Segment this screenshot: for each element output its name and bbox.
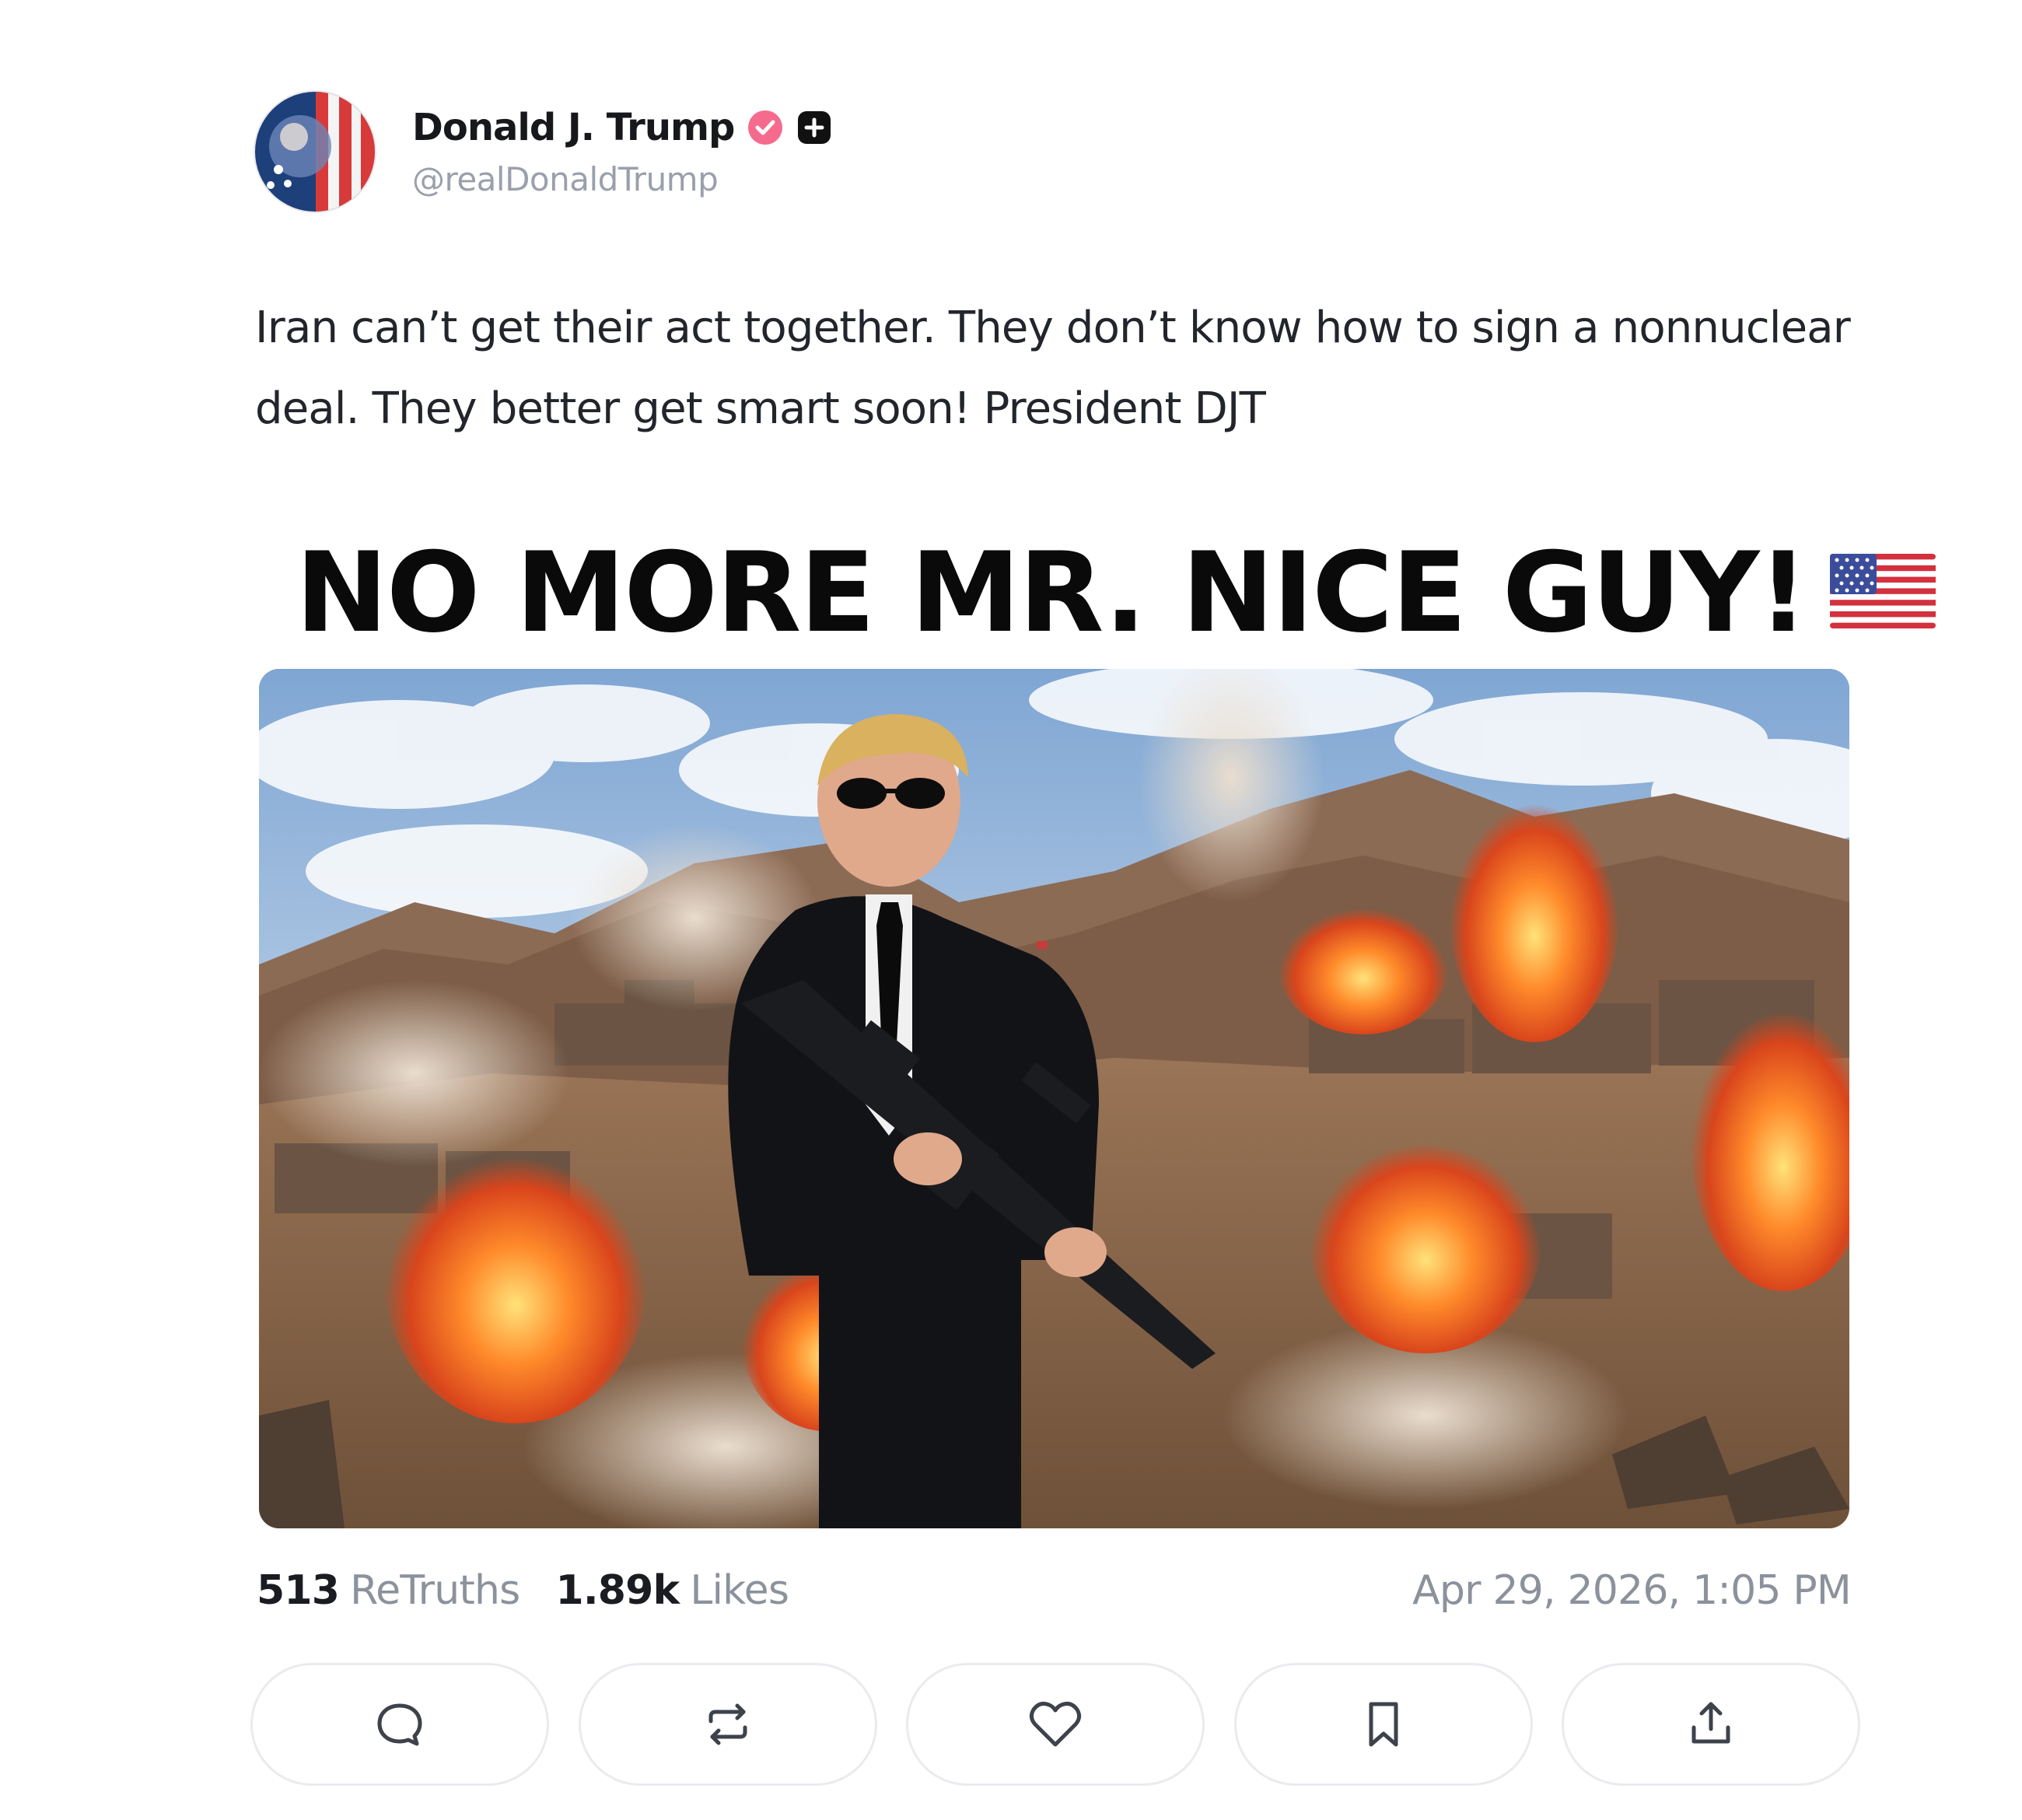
avatar[interactable] bbox=[255, 92, 375, 212]
headline-text: NO MORE MR. NICE GUY! bbox=[296, 529, 1808, 657]
post-stats: 513 ReTruths 1.89k Likes Apr 29, 2026, 1… bbox=[257, 1563, 1852, 1618]
like-icon bbox=[1029, 1702, 1082, 1747]
retruth-icon bbox=[708, 1703, 747, 1745]
likes-value: 1.89k bbox=[555, 1567, 680, 1614]
verified-check-icon bbox=[747, 109, 784, 146]
likes-label: Likes bbox=[690, 1567, 789, 1614]
engagement-counts: 513 ReTruths 1.89k Likes bbox=[257, 1567, 789, 1614]
post-actions bbox=[250, 1663, 1860, 1787]
post-media-image[interactable] bbox=[259, 669, 1849, 1528]
avatar-image bbox=[255, 92, 375, 212]
reply-icon bbox=[377, 1703, 422, 1746]
bookmark-icon bbox=[1369, 1702, 1398, 1747]
retruths-count[interactable]: 513 ReTruths bbox=[257, 1567, 520, 1614]
post-timestamp[interactable]: Apr 29, 2026, 1:05 PM bbox=[1412, 1567, 1852, 1614]
retruths-label: ReTruths bbox=[350, 1567, 520, 1614]
us-flag-icon bbox=[1830, 554, 1936, 632]
retruths-value: 513 bbox=[257, 1567, 340, 1614]
retruth-button[interactable] bbox=[578, 1663, 877, 1786]
name-row: Donald J. Trump bbox=[412, 106, 832, 149]
author-identity: Donald J. Trump @realDonaldTrump bbox=[412, 106, 832, 198]
reply-button[interactable] bbox=[250, 1663, 549, 1786]
likes-count[interactable]: 1.89k Likes bbox=[555, 1567, 789, 1614]
post-header: Donald J. Trump @realDonaldTrump bbox=[255, 86, 832, 218]
bookmark-button[interactable] bbox=[1233, 1663, 1533, 1786]
post-text: Iran can’t get their act together. They … bbox=[255, 303, 1851, 434]
plus-icon bbox=[796, 110, 832, 145]
author-handle[interactable]: @realDonaldTrump bbox=[412, 160, 832, 198]
media-headline: NO MORE MR. NICE GUY! bbox=[296, 529, 1936, 657]
share-button[interactable] bbox=[1562, 1663, 1860, 1786]
media-illustration bbox=[259, 669, 1849, 1528]
share-icon bbox=[1691, 1702, 1730, 1744]
author-display-name[interactable]: Donald J. Trump bbox=[412, 106, 735, 149]
like-button[interactable] bbox=[906, 1663, 1205, 1786]
